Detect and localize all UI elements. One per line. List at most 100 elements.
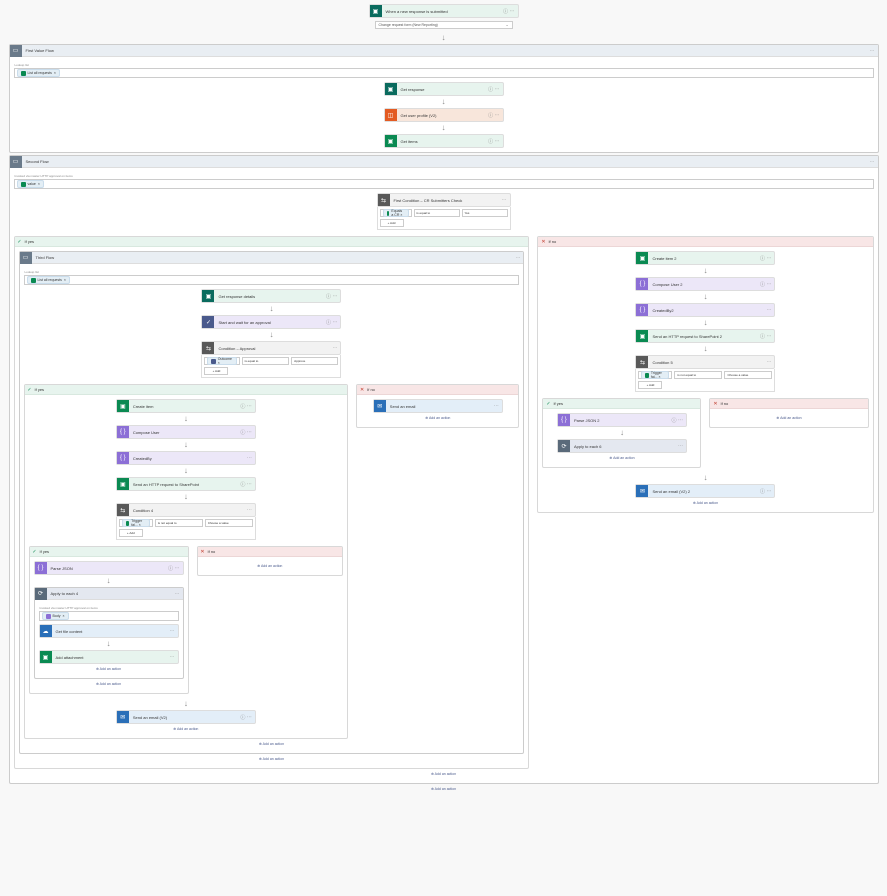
scope-icon: ▭ bbox=[10, 45, 22, 57]
compose-icon: { } bbox=[636, 278, 648, 290]
dropdown-value: Change request form (New Reporting) bbox=[379, 23, 438, 27]
add-action-link[interactable]: Add an action bbox=[19, 754, 525, 764]
get-response-details[interactable]: ▣ Get response details ⓘ ⋯ bbox=[201, 289, 341, 303]
add-action-link[interactable]: Add an action bbox=[425, 413, 450, 423]
arrow-down-icon: ↓ bbox=[442, 124, 446, 132]
parse-json[interactable]: { } Parse JSON ⓘ ⋯ bbox=[34, 561, 184, 575]
get-user-profile[interactable]: ◫ Get user profile (V2) ⓘ ⋯ bbox=[384, 108, 504, 122]
add-action-link[interactable]: Add an action bbox=[202, 561, 339, 571]
add-action-link[interactable]: Add an action bbox=[96, 679, 121, 689]
apply-field[interactable]: Body × bbox=[39, 611, 179, 621]
compose-user-2[interactable]: { } Compose User 2 ⓘ ⋯ bbox=[635, 277, 775, 291]
createdby-2[interactable]: { } CreatedBy2 ⋯ bbox=[635, 303, 775, 317]
add-action-link[interactable]: Add an action bbox=[14, 769, 874, 779]
apply-to-each-6[interactable]: ⟳ Apply to each 6 ⋯ bbox=[557, 439, 687, 453]
cond-left[interactable]: Equals a CR × bbox=[380, 209, 412, 217]
scope-menu[interactable]: ⋯ bbox=[870, 159, 878, 165]
scope-icon: ▭ bbox=[10, 156, 22, 168]
http-sharepoint-2[interactable]: ▣ Send an HTTP request to SharePoint 2 ⓘ… bbox=[635, 329, 775, 343]
pill-token: List all requests × bbox=[17, 69, 60, 77]
branch-yes-deep: ✓If yes { } Parse JSON bbox=[29, 546, 189, 694]
scope-icon: ▭ bbox=[20, 252, 32, 264]
create-item-2[interactable]: ▣ Create item 2 ⓘ ⋯ bbox=[635, 251, 775, 265]
add-action-link[interactable]: Add an action bbox=[714, 413, 863, 423]
add-action-link[interactable]: Add an action bbox=[173, 724, 198, 734]
compose-icon: { } bbox=[117, 452, 129, 464]
condition-approval: ⇆ Condition – Approval ⋯ Outcome × bbox=[201, 341, 341, 378]
note-text: Invoked via master HTTP approval on item… bbox=[14, 172, 874, 179]
scope-header[interactable]: ▭ First Value Flow ⋯ bbox=[10, 45, 878, 57]
get-response[interactable]: ▣ Get response ⓘ ⋯ bbox=[384, 82, 504, 96]
cond-right[interactable]: Yes bbox=[462, 209, 508, 217]
arrow-down-icon: ↓ bbox=[269, 305, 273, 313]
condition-first: ⇆ First Condition – CR Submitters Check … bbox=[377, 193, 511, 230]
trigger-card[interactable]: ▣ When a new response is submitted ⓘ ⋯ bbox=[369, 4, 519, 18]
sharepoint-icon: ▣ bbox=[117, 400, 129, 412]
data-icon: { } bbox=[558, 414, 570, 426]
branch-label: If yes bbox=[25, 239, 35, 244]
cond-add-button[interactable]: + Add bbox=[204, 367, 228, 375]
start-approval[interactable]: ✓ Start and wait for an approval ⓘ ⋯ bbox=[201, 315, 341, 329]
add-action-link[interactable]: Add an action bbox=[693, 498, 718, 508]
condition-4[interactable]: ⇆ Condition 4 ⋯ bbox=[116, 503, 256, 517]
add-action-link[interactable]: Add an action bbox=[431, 784, 456, 794]
sharepoint-icon: ▣ bbox=[636, 252, 648, 264]
lookup-field[interactable]: List all requests × bbox=[14, 68, 874, 78]
field-value[interactable]: value × bbox=[14, 179, 874, 189]
arrow-down-icon: ↓ bbox=[269, 331, 273, 339]
outlook-icon: ✉ bbox=[374, 400, 386, 412]
send-email[interactable]: ✉ Send an email (V2) ⓘ ⋯ bbox=[116, 710, 256, 724]
outlook-icon: ✉ bbox=[117, 711, 129, 723]
branch-no-outer: ✕If no ▣ Create item 2 ⓘ ⋯ ↓ { } bbox=[537, 236, 873, 513]
get-file-content[interactable]: ☁ Get file content ⋯ bbox=[39, 624, 179, 638]
sharepoint-icon: ▣ bbox=[117, 478, 129, 490]
scope-second: ▭ Second Flow ⋯ Invoked via master HTTP … bbox=[9, 155, 879, 784]
apply-to-each-4: ⟳ Apply to each 4 ⋯ In bbox=[34, 587, 184, 679]
create-item[interactable]: ▣ Create item ⓘ ⋯ bbox=[116, 399, 256, 413]
arrow-down-icon: ↓ bbox=[442, 98, 446, 106]
loop-icon: ⟳ bbox=[558, 440, 570, 452]
condition-icon: ⇆ bbox=[378, 194, 390, 206]
branch-no-inner: ✕If no ✉ Send an email ⋯ bbox=[356, 384, 519, 428]
compose-user[interactable]: { } Compose User ⓘ ⋯ bbox=[116, 425, 256, 439]
condition-header[interactable]: ⇆ First Condition – CR Submitters Check … bbox=[377, 193, 511, 207]
send-email-reject[interactable]: ✉ Send an email ⋯ bbox=[373, 399, 503, 413]
lookup-field[interactable]: List all requests × bbox=[24, 275, 520, 285]
forms-icon: ▣ bbox=[370, 5, 382, 17]
scope-title: First Value Flow bbox=[22, 48, 870, 53]
outlook-icon: ✉ bbox=[636, 485, 648, 497]
scope-header[interactable]: ▭ Second Flow ⋯ bbox=[10, 156, 878, 168]
add-attachment[interactable]: ▣ Add attachment ⋯ bbox=[39, 650, 179, 664]
branch-yes-right: ✓If yes { } Parse JSON 2 ⓘ ⋯ bbox=[542, 398, 701, 468]
createdby[interactable]: { } CreatedBy ⋯ bbox=[116, 451, 256, 465]
add-action-link[interactable]: Add an action bbox=[24, 739, 520, 749]
scope-header[interactable]: ▭ Third Flow ⋯ bbox=[20, 252, 524, 264]
trigger-form-dropdown[interactable]: Change request form (New Reporting) ⌄ bbox=[375, 21, 513, 29]
trigger-block: ▣ When a new response is submitted ⓘ ⋯ C… bbox=[369, 4, 519, 44]
cond-op[interactable]: is equal to bbox=[414, 209, 460, 217]
sharepoint-icon: ▣ bbox=[385, 135, 397, 147]
pill-token: value × bbox=[17, 180, 44, 188]
send-email-2[interactable]: ✉ Send an email (V2) 2 ⓘ ⋯ bbox=[635, 484, 775, 498]
scope-menu[interactable]: ⋯ bbox=[870, 48, 878, 54]
branch-yes-inner: ✓If yes ▣ Create item ⓘ ⋯ bbox=[24, 384, 349, 739]
parse-json-2[interactable]: { } Parse JSON 2 ⓘ ⋯ bbox=[557, 413, 687, 427]
get-items[interactable]: ▣ Get items ⓘ ⋯ bbox=[384, 134, 504, 148]
condition-header[interactable]: ⇆ Condition – Approval ⋯ bbox=[201, 341, 341, 355]
condition-5[interactable]: ⇆ Condition 5 ⋯ bbox=[635, 355, 775, 369]
condition-icon: ⇆ bbox=[202, 342, 214, 354]
condition-icon: ⇆ bbox=[117, 504, 129, 516]
http-sharepoint[interactable]: ▣ Send an HTTP request to SharePoint ⓘ ⋯ bbox=[116, 477, 256, 491]
add-action-link[interactable]: Add an action bbox=[39, 664, 179, 674]
trigger-label: When a new response is submitted bbox=[382, 9, 496, 14]
loop-icon: ⟳ bbox=[35, 588, 47, 600]
cond-add-button[interactable]: + Add bbox=[380, 219, 404, 227]
card-menu[interactable]: ⓘ ⋯ bbox=[496, 8, 518, 15]
add-action-link[interactable]: Add an action bbox=[609, 453, 634, 463]
sharepoint-icon: ▣ bbox=[636, 330, 648, 342]
scope-title: Second Flow bbox=[22, 159, 870, 164]
branch-yes-header: ✓ If yes bbox=[15, 237, 529, 247]
compose-icon: { } bbox=[636, 304, 648, 316]
branch-yes-outer: ✓ If yes ▭ Third Flow ⋯ bbox=[14, 236, 530, 769]
approval-icon: ✓ bbox=[202, 316, 214, 328]
